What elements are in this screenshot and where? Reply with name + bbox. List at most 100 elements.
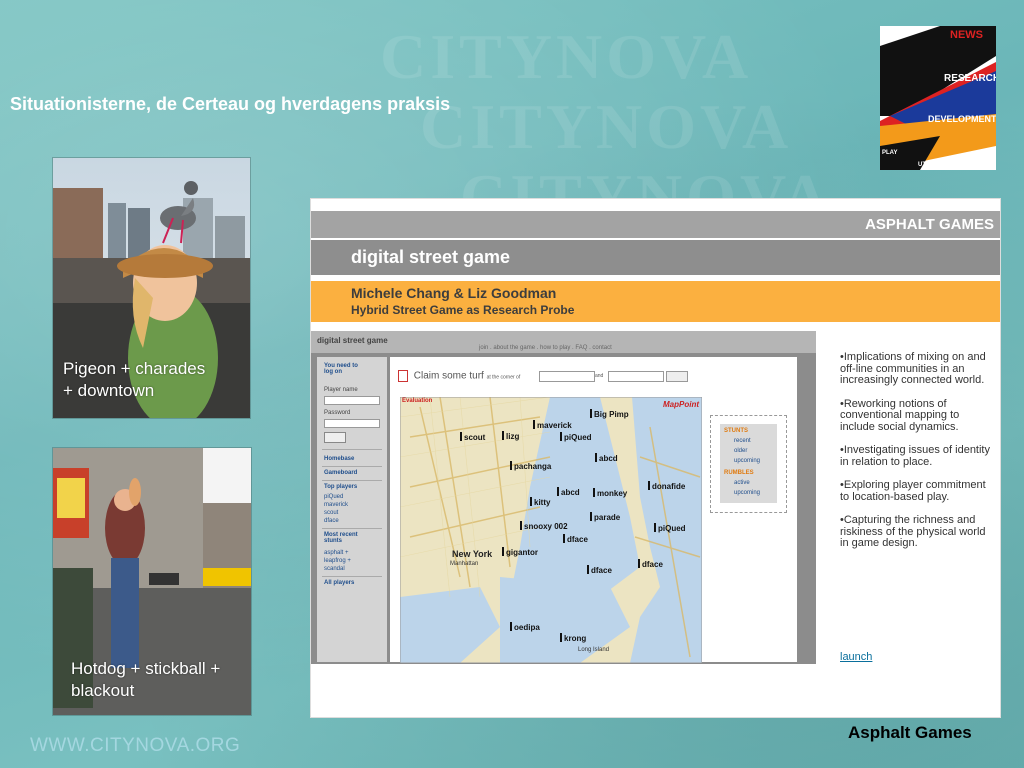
map-legend: STUNTS recent older upcoming RUMBLES act… xyxy=(710,415,787,513)
map-player-pin[interactable]: donafide xyxy=(648,481,685,491)
game-sidebar: You need to log on Player name Password … xyxy=(317,357,387,662)
divider xyxy=(322,528,382,529)
map-player-pin[interactable]: pachanga xyxy=(510,461,551,471)
logo-play-text: PLAY xyxy=(882,150,897,156)
site-header-bar: ASPHALT GAMES xyxy=(311,211,1000,238)
recent-stunts-line: stunts xyxy=(324,538,342,544)
legend-stunts-label: STUNTS xyxy=(724,428,748,434)
manhattan-label: Manhattan xyxy=(450,561,479,567)
recent-stunt-link[interactable]: scandal xyxy=(324,566,345,572)
gameboard-link[interactable]: Gameboard xyxy=(324,470,357,476)
logo-news-text: NEWS xyxy=(950,29,983,41)
legend-panel: STUNTS recent older upcoming RUMBLES act… xyxy=(720,424,777,503)
top-players-label: Top players xyxy=(324,484,358,490)
login-prompt: You need to log on xyxy=(324,363,358,375)
map-player-pin[interactable]: piQued xyxy=(560,432,592,442)
game-nav[interactable]: join . about the game . how to play . FA… xyxy=(479,345,612,351)
all-players-link[interactable]: All players xyxy=(324,580,354,586)
password-label: Password xyxy=(324,410,351,416)
map-player-pin[interactable]: lizg xyxy=(502,431,519,441)
password-input[interactable] xyxy=(324,419,380,428)
map-player-pin[interactable]: abcd xyxy=(595,453,618,463)
background-ghost-text: CITYNOVA xyxy=(420,91,793,162)
legend-rumbles-label: RUMBLES xyxy=(724,470,754,476)
photo-hotdog: Hotdog + stickball + blackout xyxy=(52,447,252,716)
new-york-label: New York xyxy=(452,549,493,559)
map-player-pin[interactable]: gigantor xyxy=(502,547,538,557)
map-player-pin[interactable]: scout xyxy=(460,432,485,442)
map-player-pin[interactable]: snooxy 002 xyxy=(520,521,568,531)
street-2-input[interactable] xyxy=(608,371,664,382)
top-player-link[interactable]: piQued xyxy=(324,494,343,500)
claim-turf-row: Claim some turf at the corner of xyxy=(398,370,520,382)
caption-line: blackout xyxy=(71,681,135,700)
map-player-pin[interactable]: maverick xyxy=(533,420,572,430)
site-brand[interactable]: ASPHALT GAMES xyxy=(865,216,994,233)
legend-recent[interactable]: recent xyxy=(734,438,751,444)
bullet-item: •Exploring player commitment to location… xyxy=(840,479,986,503)
player-name-label: Player name xyxy=(324,387,358,393)
map-player-pin[interactable]: dface xyxy=(638,559,663,569)
authors-banner: Michele Chang & Liz Goodman Hybrid Stree… xyxy=(311,281,1000,322)
map-player-pin[interactable]: abcd xyxy=(557,487,580,497)
map-player-pin[interactable]: parade xyxy=(590,512,620,522)
legend-upcoming-rumbles[interactable]: upcoming xyxy=(734,490,760,496)
flag-icon xyxy=(398,370,408,382)
logo-utopia-text: UTOPIA xyxy=(918,162,941,168)
login-prompt-line: log on xyxy=(324,369,342,375)
map-player-pin[interactable]: monkey xyxy=(593,488,627,498)
divider xyxy=(322,466,382,467)
map-player-pin[interactable]: piQued xyxy=(654,523,686,533)
background-ghost-text: CITYNOVA xyxy=(380,21,753,92)
map-player-pin[interactable]: Big Pimp xyxy=(590,409,629,419)
section-header-bar: digital street game xyxy=(311,240,1000,275)
divider xyxy=(322,576,382,577)
recent-stunt-link[interactable]: asphalt + xyxy=(324,550,349,556)
and-label: and xyxy=(595,373,604,379)
footer-url: WWW.CITYNOVA.ORG xyxy=(30,735,241,756)
player-name-input[interactable] xyxy=(324,396,380,405)
bullet-item: •Capturing the richness and riskiness of… xyxy=(840,514,986,549)
legend-upcoming[interactable]: upcoming xyxy=(734,458,760,464)
photo-caption: Hotdog + stickball + blackout xyxy=(71,658,220,702)
mappoint-brand: MapPoint xyxy=(663,400,699,409)
bullet-item: •Investigating issues of identity in rel… xyxy=(840,444,990,468)
street-1-input[interactable] xyxy=(539,371,595,382)
divider xyxy=(322,480,382,481)
authors-text: Michele Chang & Liz Goodman xyxy=(351,285,557,301)
caption-line: Pigeon + charades xyxy=(63,359,206,378)
map-player-pin[interactable]: krong xyxy=(560,633,586,643)
game-map[interactable]: Evaluation MapPoint New York Manhattan L… xyxy=(400,397,702,663)
caption-line: + downtown xyxy=(63,381,155,400)
login-button[interactable] xyxy=(324,432,346,443)
caption-line: Hotdog + stickball + xyxy=(71,659,221,678)
recent-stunts-label: Most recent stunts xyxy=(324,532,358,544)
evaluation-label: Evaluation xyxy=(402,398,433,404)
launch-link[interactable]: launch xyxy=(840,651,872,663)
map-player-pin[interactable]: dface xyxy=(563,534,588,544)
citynova-logo: NEWS RESEARCH DEVELOPMENT PLAY UTOPIA xyxy=(880,26,996,170)
recent-stunt-link[interactable]: leapfrog + xyxy=(324,558,351,564)
photo-pigeon: Pigeon + charades + downtown xyxy=(52,157,251,419)
claim-turf-text: Claim some turf xyxy=(413,370,484,382)
map-player-pin[interactable]: dface xyxy=(587,565,612,575)
section-title: digital street game xyxy=(351,247,511,267)
bullet-item: •Implications of mixing on and off-line … xyxy=(840,351,986,386)
logo-research-text: RESEARCH xyxy=(944,73,996,84)
legend-older[interactable]: older xyxy=(734,448,747,454)
map-player-pin[interactable]: kitty xyxy=(530,497,550,507)
game-topbar: digital street game join . about the gam… xyxy=(311,331,816,353)
bullet-item: •Reworking notions of conventional mappi… xyxy=(840,397,960,433)
long-island-label: Long Island xyxy=(578,647,610,653)
game-main-panel: Claim some turf at the corner of and Eva… xyxy=(390,357,797,663)
claim-go-button[interactable] xyxy=(666,371,688,382)
homebase-link[interactable]: Homebase xyxy=(324,456,354,462)
map-player-pin[interactable]: oedipa xyxy=(510,622,540,632)
bullet-list: •Implications of mixing on and off-line … xyxy=(840,351,990,562)
top-player-link[interactable]: maverick xyxy=(324,502,348,508)
slide-title: Situationisterne, de Certeau og hverdage… xyxy=(10,94,451,114)
corner-label: at the corner of xyxy=(486,374,521,381)
top-player-link[interactable]: scout xyxy=(324,510,338,516)
top-player-link[interactable]: dface xyxy=(324,518,339,524)
legend-active[interactable]: active xyxy=(734,480,750,486)
